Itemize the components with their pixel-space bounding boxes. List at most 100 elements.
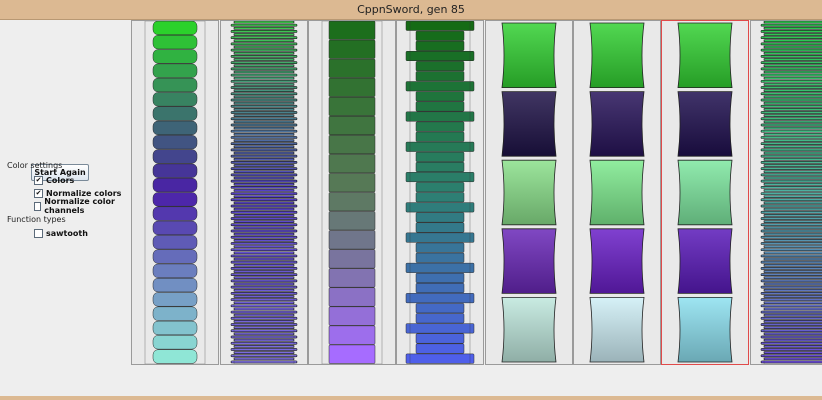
colors-checkbox-label: Colors [46, 175, 75, 185]
sword-band [233, 157, 295, 161]
sword-band [230, 260, 298, 264]
sword-band [328, 135, 376, 155]
sword-band [763, 101, 822, 105]
sword-band [230, 210, 298, 214]
sword-band [233, 282, 295, 286]
sword-band [233, 108, 295, 111]
sword-band [233, 114, 295, 117]
sword-band [328, 39, 376, 59]
sword-band [152, 335, 198, 350]
sword-band [230, 42, 298, 46]
sword-band [328, 306, 376, 326]
sword-band [230, 154, 298, 158]
sword-panel-5[interactable] [573, 20, 661, 365]
sword-band [152, 349, 198, 364]
sword-band [328, 21, 376, 40]
sword-band [415, 192, 465, 203]
sword-band [233, 295, 295, 298]
sword-band [760, 354, 822, 358]
sword-band [328, 287, 376, 307]
sword-band [233, 195, 295, 199]
colors-checkbox[interactable]: ✔ [34, 175, 43, 185]
sword-band [760, 192, 822, 195]
colors-checkbox-row[interactable]: ✔ Colors [34, 175, 74, 185]
sword-segment [589, 297, 645, 363]
sawtooth-checkbox[interactable] [34, 228, 43, 238]
sword-band [230, 123, 298, 127]
sword-segment [501, 22, 557, 88]
sword-band [233, 226, 295, 230]
sword-band [760, 129, 822, 133]
sawtooth-checkbox-row[interactable]: sawtooth [34, 228, 88, 238]
sword-band [230, 291, 298, 295]
sword-band [763, 21, 822, 24]
sword-band [763, 126, 822, 130]
sword-band [415, 61, 465, 72]
sword-band [230, 354, 298, 358]
sword-band [230, 67, 298, 71]
sword-panel-7[interactable] [750, 20, 822, 365]
sword-band [328, 249, 376, 269]
sword-band [415, 252, 465, 263]
sword-band [230, 223, 298, 227]
sword-band [152, 320, 198, 336]
sword-band [328, 268, 376, 288]
sword-band [230, 310, 298, 314]
sword-band [230, 142, 298, 146]
sword-band [152, 120, 198, 135]
sword-panel-6[interactable] [661, 20, 749, 365]
sword-panel-4[interactable] [485, 20, 573, 365]
sword-panel-3[interactable] [396, 20, 484, 365]
sword-band [760, 167, 822, 170]
sword-band [763, 307, 822, 311]
sword-band [233, 238, 295, 242]
sword-band [760, 161, 822, 164]
sword-band [760, 267, 822, 270]
sword-band [760, 217, 822, 220]
sword-band [763, 226, 822, 230]
normalize-colors-checkbox[interactable]: ✔ [34, 188, 43, 198]
sword-panel-0[interactable] [131, 20, 219, 365]
sword-band [760, 73, 822, 77]
sword-band [152, 21, 198, 35]
sword-band [415, 30, 465, 41]
sword-band [763, 170, 822, 174]
sword-segment [501, 159, 557, 226]
normalize-color-channels-checkbox-row[interactable]: Normalize color channels [34, 197, 130, 215]
sword-panel-2[interactable] [308, 20, 396, 365]
sword-band [233, 182, 295, 186]
sword-band [230, 104, 298, 108]
sword-band [230, 360, 298, 364]
sword-band [230, 54, 298, 58]
sword-band [415, 333, 465, 344]
sword-band [763, 164, 822, 167]
sword-segment [501, 228, 557, 294]
sword-band [763, 357, 822, 361]
sword-band [760, 260, 822, 264]
sword-band [152, 63, 198, 78]
sword-band [760, 273, 822, 276]
sword-band [415, 242, 465, 253]
sword-band [760, 298, 822, 301]
sword-band [760, 210, 822, 214]
sword-band [763, 332, 822, 336]
sword-band [233, 251, 295, 255]
sword-band [233, 220, 295, 223]
sword-band [233, 270, 295, 273]
sword-band [760, 142, 822, 146]
sword-band [230, 129, 298, 133]
sword-band [233, 21, 295, 24]
sword-band [233, 76, 295, 80]
sword-band [763, 51, 822, 55]
sword-band [760, 55, 822, 58]
sword-panel-1[interactable] [220, 20, 308, 365]
window-title: CppnSword, gen 85 [357, 3, 465, 16]
sword-band [760, 279, 822, 283]
sword-band [763, 114, 822, 117]
sword-band [230, 98, 298, 102]
sword-band [415, 40, 465, 51]
sword-band [760, 341, 822, 345]
sword-band [233, 320, 295, 323]
normalize-color-channels-checkbox[interactable] [34, 201, 42, 211]
sword-band [233, 120, 295, 124]
